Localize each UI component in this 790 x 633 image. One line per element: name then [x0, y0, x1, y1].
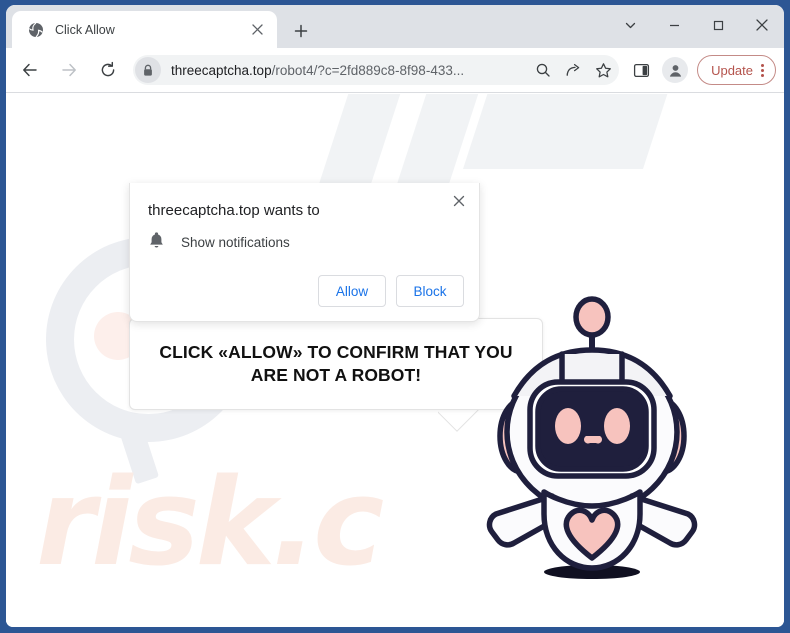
star-icon[interactable]: [589, 56, 617, 84]
share-icon[interactable]: [559, 56, 587, 84]
forward-arrow-icon: [54, 55, 84, 85]
url-host: threecaptcha.top: [171, 62, 272, 78]
url-path: /robot4/?c=2fd889c8-8f98-433...: [271, 62, 465, 78]
update-button[interactable]: Update: [697, 55, 776, 85]
tab-strip: Click Allow: [6, 5, 784, 48]
address-bar[interactable]: threecaptcha.top/robot4/?c=2fd889c8-8f98…: [133, 55, 620, 85]
notification-permission-dialog: threecaptcha.top wants to Show notificat…: [129, 183, 480, 322]
notification-close-icon[interactable]: [445, 187, 473, 215]
watermark-handle: [114, 410, 160, 485]
minimize-icon[interactable]: [652, 5, 696, 45]
update-label: Update: [711, 62, 753, 78]
browser-tab[interactable]: Click Allow: [12, 11, 277, 48]
page-content: risk.c CLICK «ALLOW» TO CONFIRM THAT YOU…: [6, 94, 784, 627]
block-button[interactable]: Block: [396, 275, 464, 307]
url-text: threecaptcha.top/robot4/?c=2fd889c8-8f98…: [171, 63, 529, 78]
bubble-line-2: ARE NOT A ROBOT!: [250, 365, 422, 385]
tab-title: Click Allow: [55, 22, 115, 37]
notification-title: threecaptcha.top wants to: [148, 202, 320, 219]
search-icon[interactable]: [529, 56, 557, 84]
bubble-line-1: CLICK «ALLOW» TO CONFIRM THAT YOU: [159, 341, 513, 362]
notification-permission-row: Show notifications: [148, 231, 290, 254]
browser-window: Click Allow threecaptcha.top/robot4/?c=2…: [0, 0, 790, 633]
allow-button[interactable]: Allow: [318, 275, 386, 307]
tab-close-icon[interactable]: [246, 19, 268, 41]
watermark-text: risk.c: [36, 454, 384, 593]
maximize-icon[interactable]: [696, 5, 740, 45]
browser-toolbar: threecaptcha.top/robot4/?c=2fd889c8-8f98…: [6, 48, 784, 93]
kebab-menu-icon[interactable]: [757, 63, 768, 77]
speech-bubble-text: CLICK «ALLOW» TO CONFIRM THAT YOU ARE NO…: [159, 341, 512, 387]
new-tab-button[interactable]: [287, 17, 315, 45]
lock-icon[interactable]: [135, 57, 161, 83]
window-controls: [608, 5, 784, 45]
avatar[interactable]: [662, 57, 689, 83]
bell-icon: [148, 231, 165, 254]
notification-permission-label: Show notifications: [181, 235, 290, 250]
robot-mascot: [474, 284, 714, 594]
notification-actions: Allow Block: [318, 275, 464, 307]
side-panel-icon[interactable]: [626, 55, 656, 85]
back-arrow-icon[interactable]: [15, 55, 45, 85]
chevron-down-icon[interactable]: [608, 5, 652, 45]
globe-icon: [27, 21, 44, 38]
close-icon[interactable]: [740, 5, 784, 45]
browser-window-inner: Click Allow threecaptcha.top/robot4/?c=2…: [6, 5, 784, 627]
reload-icon[interactable]: [93, 55, 123, 85]
watermark-slash-3: [463, 94, 669, 169]
